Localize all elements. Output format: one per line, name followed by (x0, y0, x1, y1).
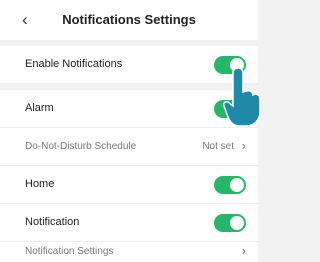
dnd-schedule-row[interactable]: Do-Not-Disturb Schedule Not set › (0, 128, 258, 166)
tap-hand-icon (223, 67, 261, 127)
home-toggle[interactable] (214, 176, 246, 194)
toggle-knob (230, 178, 244, 192)
notification-label: Notification (25, 216, 80, 228)
notification-settings-label: Notification Settings (25, 246, 114, 257)
notification-toggle[interactable] (214, 214, 246, 232)
page-title: Notifications Settings (62, 12, 196, 27)
enable-notifications-row: Enable Notifications (0, 46, 258, 84)
enable-notifications-label: Enable Notifications (25, 58, 123, 70)
alarm-row: Alarm (0, 90, 258, 128)
home-label: Home (25, 178, 55, 190)
dnd-schedule-value: Not set (202, 141, 234, 152)
chevron-right-icon: › (241, 243, 246, 258)
notifications-settings-screen: ‹ Notifications Settings Enable Notifica… (0, 0, 261, 262)
toggle-knob (230, 216, 244, 230)
notification-row: Notification (0, 204, 258, 242)
home-row: Home (0, 166, 258, 204)
header-bar: ‹ Notifications Settings (0, 0, 258, 40)
alarm-label: Alarm (25, 102, 54, 114)
notification-settings-row[interactable]: Notification Settings › (0, 242, 258, 262)
chevron-right-icon: › (241, 138, 246, 153)
dnd-schedule-label: Do-Not-Disturb Schedule (25, 141, 137, 152)
